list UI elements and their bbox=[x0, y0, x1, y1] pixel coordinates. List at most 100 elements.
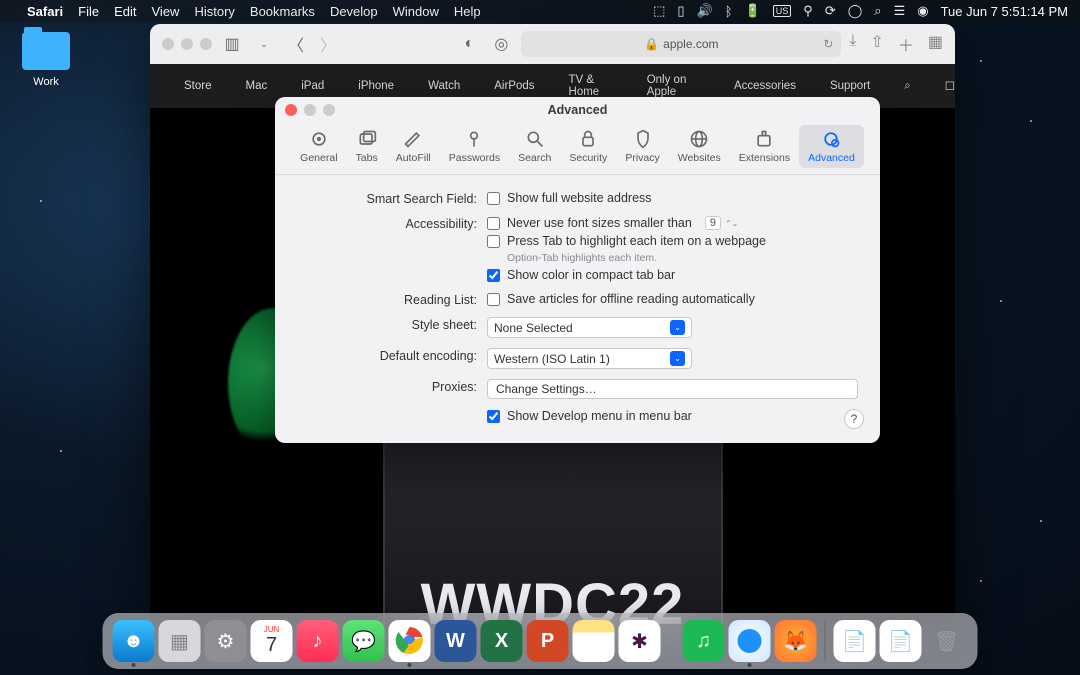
dock-doc2[interactable]: 📄 bbox=[880, 620, 922, 662]
nav-accessories[interactable]: Accessories bbox=[734, 80, 796, 92]
help-button[interactable]: ? bbox=[844, 409, 864, 429]
dock-notes[interactable] bbox=[573, 620, 615, 662]
label-stylesheet: Style sheet: bbox=[297, 317, 487, 332]
label-smart-search: Smart Search Field: bbox=[297, 191, 487, 206]
dock-calendar[interactable]: JUN7 bbox=[251, 620, 293, 662]
checkbox-min-font[interactable]: Never use font sizes smaller than 9⌃⌄ bbox=[487, 216, 858, 230]
nav-mac[interactable]: Mac bbox=[246, 80, 268, 92]
tab-group-chevron-icon[interactable]: ⌄ bbox=[252, 32, 276, 56]
back-button[interactable]: 〈 bbox=[284, 32, 308, 56]
menubar-app[interactable]: Safari bbox=[27, 4, 63, 19]
checkbox-full-address[interactable]: Show full website address bbox=[487, 191, 858, 205]
volume-icon[interactable]: 🔊 bbox=[697, 3, 713, 19]
nav-tvhome[interactable]: TV & Home bbox=[569, 74, 613, 98]
nav-search-icon[interactable]: ⌕ bbox=[904, 80, 910, 93]
hint-option-tab: Option-Tab highlights each item. bbox=[507, 252, 858, 264]
nav-ipad[interactable]: iPad bbox=[301, 80, 324, 92]
select-min-font[interactable]: 9⌃⌄ bbox=[705, 216, 739, 230]
checkbox-tab-highlight[interactable]: Press Tab to highlight each item on a we… bbox=[487, 234, 858, 248]
tab-overview-icon[interactable]: ▦ bbox=[928, 32, 943, 56]
wifi-icon[interactable]: ⚲ bbox=[803, 3, 813, 19]
dock-slack[interactable]: ✱ bbox=[619, 620, 661, 662]
prefs-tabs: General Tabs AutoFill Passwords Search S… bbox=[275, 123, 880, 175]
menu-history[interactable]: History bbox=[194, 4, 234, 19]
prefs-tab-security[interactable]: Security bbox=[560, 125, 616, 168]
preferences-window: Advanced General Tabs AutoFill Passwords… bbox=[275, 97, 880, 443]
select-stylesheet[interactable]: None Selected⌄ bbox=[487, 317, 692, 338]
button-change-proxies[interactable]: Change Settings… bbox=[487, 379, 858, 399]
checkbox-offline-reading[interactable]: Save articles for offline reading automa… bbox=[487, 292, 858, 306]
menu-file[interactable]: File bbox=[78, 4, 99, 19]
nav-bag-icon[interactable]: ☐ bbox=[945, 79, 955, 93]
prefs-tab-privacy[interactable]: Privacy bbox=[616, 125, 668, 168]
nav-onlyapple[interactable]: Only on Apple bbox=[647, 74, 700, 98]
label-encoding: Default encoding: bbox=[297, 348, 487, 363]
dock-safari[interactable] bbox=[729, 620, 771, 662]
prefs-tab-autofill[interactable]: AutoFill bbox=[387, 125, 440, 168]
label-proxies: Proxies: bbox=[297, 379, 487, 394]
nav-support[interactable]: Support bbox=[830, 80, 870, 92]
folder-icon bbox=[22, 32, 70, 70]
nav-store[interactable]: Store bbox=[184, 80, 212, 92]
nav-iphone[interactable]: iPhone bbox=[358, 80, 394, 92]
control-center-icon[interactable]: ☰ bbox=[894, 3, 906, 19]
bluetooth-icon[interactable]: ᛒ bbox=[725, 4, 733, 19]
desktop-folder-work[interactable]: Work bbox=[18, 32, 74, 88]
share-icon[interactable]: ⇧ bbox=[870, 32, 883, 56]
nav-airpods[interactable]: AirPods bbox=[494, 80, 534, 92]
menu-window[interactable]: Window bbox=[393, 4, 439, 19]
prefs-window-controls[interactable] bbox=[285, 104, 335, 116]
menu-bookmarks[interactable]: Bookmarks bbox=[250, 4, 315, 19]
user-icon[interactable]: ◯ bbox=[848, 3, 863, 19]
prefs-tab-extensions[interactable]: Extensions bbox=[730, 125, 799, 168]
prefs-tab-tabs[interactable]: Tabs bbox=[347, 125, 387, 168]
battery-icon[interactable]: 🔋 bbox=[745, 3, 761, 19]
dock-doc1[interactable]: 📄 bbox=[834, 620, 876, 662]
dock-firefox[interactable]: 🦊 bbox=[775, 620, 817, 662]
dropbox-icon[interactable]: ⬚ bbox=[653, 3, 665, 19]
prefs-tab-search[interactable]: Search bbox=[509, 125, 560, 168]
menu-edit[interactable]: Edit bbox=[114, 4, 136, 19]
downloads-icon[interactable]: ⤓ bbox=[849, 32, 856, 56]
window-controls[interactable] bbox=[162, 38, 212, 50]
menu-develop[interactable]: Develop bbox=[330, 4, 378, 19]
dock-word[interactable]: W bbox=[435, 620, 477, 662]
prefs-tab-general[interactable]: General bbox=[291, 125, 346, 168]
nav-watch[interactable]: Watch bbox=[428, 80, 460, 92]
checkbox-develop-menu[interactable]: Show Develop menu in menu bar bbox=[487, 409, 858, 423]
dock[interactable]: ☻ ▦ ⚙ JUN7 ♪ 💬 W X P ✱ ♫ 🦊 📄 📄 🗑 bbox=[103, 613, 978, 669]
dock-trash[interactable]: 🗑 bbox=[926, 620, 968, 662]
dock-settings[interactable]: ⚙ bbox=[205, 620, 247, 662]
dock-spotify[interactable]: ♫ bbox=[683, 620, 725, 662]
prefs-tab-advanced[interactable]: Advanced bbox=[799, 125, 864, 168]
dock-chrome[interactable] bbox=[389, 620, 431, 662]
select-encoding[interactable]: Western (ISO Latin 1)⌄ bbox=[487, 348, 692, 369]
dock-music[interactable]: ♪ bbox=[297, 620, 339, 662]
dock-powerpoint[interactable]: P bbox=[527, 620, 569, 662]
checkbox-compact-color[interactable]: Show color in compact tab bar bbox=[487, 268, 858, 282]
forward-button[interactable]: 〉 bbox=[316, 32, 340, 56]
dock-excel[interactable]: X bbox=[481, 620, 523, 662]
sync-icon[interactable]: ⟳ bbox=[825, 3, 836, 19]
spotlight-icon[interactable]: ⌕ bbox=[874, 3, 881, 19]
desktop-folder-label: Work bbox=[18, 76, 74, 88]
dock-messages[interactable]: 💬 bbox=[343, 620, 385, 662]
address-bar[interactable]: 🔒 apple.com ↻ bbox=[521, 31, 841, 57]
phone-icon[interactable]: ▯ bbox=[677, 3, 684, 19]
extensions-icon[interactable]: ◎ bbox=[489, 32, 513, 56]
siri-icon[interactable]: ◉ bbox=[917, 3, 928, 19]
prefs-tab-websites[interactable]: Websites bbox=[669, 125, 730, 168]
menubar-clock[interactable]: Tue Jun 7 5:51:14 PM bbox=[941, 4, 1068, 19]
dock-finder[interactable]: ☻ bbox=[113, 620, 155, 662]
reader-shield-icon[interactable]: ◐ bbox=[457, 32, 481, 56]
label-accessibility: Accessibility: bbox=[297, 216, 487, 231]
menu-view[interactable]: View bbox=[152, 4, 180, 19]
dock-launchpad[interactable]: ▦ bbox=[159, 620, 201, 662]
new-tab-icon[interactable]: ＋ bbox=[898, 32, 914, 56]
sidebar-toggle-icon[interactable]: ▥ bbox=[220, 32, 244, 56]
reload-icon[interactable]: ↻ bbox=[823, 37, 833, 51]
menubar[interactable]: Safari File Edit View History Bookmarks … bbox=[0, 0, 1080, 22]
prefs-tab-passwords[interactable]: Passwords bbox=[440, 125, 509, 168]
input-source-icon[interactable]: US bbox=[773, 5, 792, 17]
menu-help[interactable]: Help bbox=[454, 4, 481, 19]
